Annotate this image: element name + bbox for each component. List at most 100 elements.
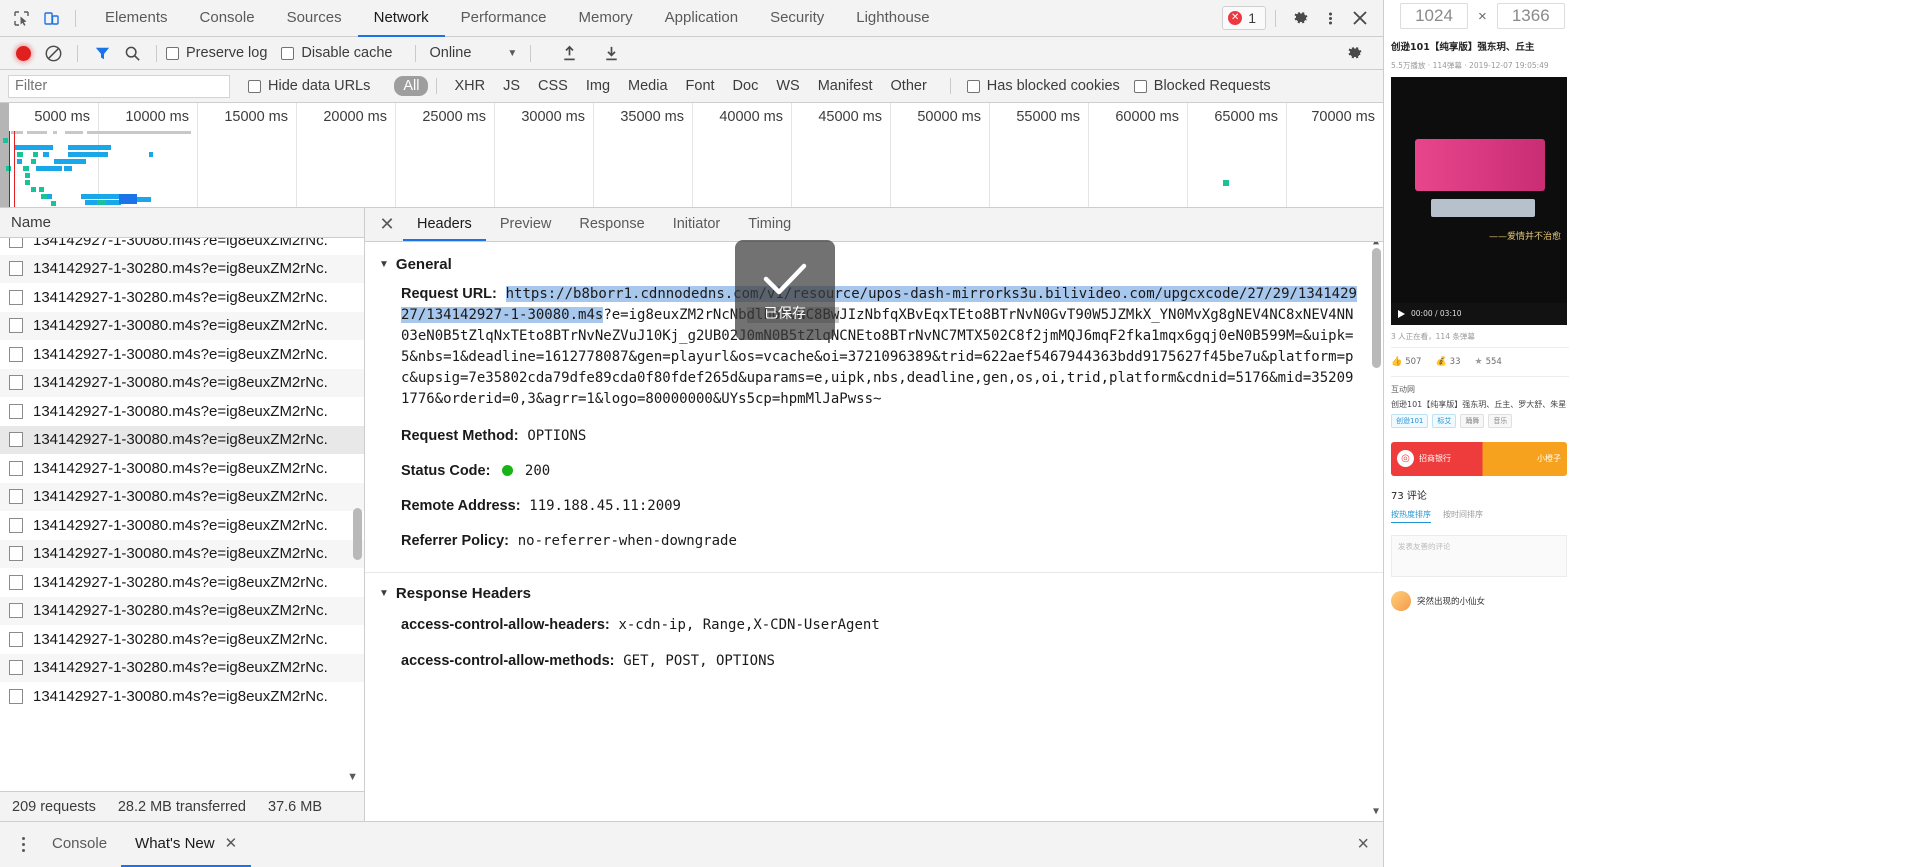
- avatar[interactable]: [1391, 590, 1411, 611]
- device-toolbar-icon[interactable]: [36, 4, 66, 32]
- table-row[interactable]: 134142927-1-30280.m4s?e=ig8euxZM2rNc.: [0, 568, 364, 597]
- row-checkbox[interactable]: [9, 238, 23, 248]
- preserve-log-checkbox[interactable]: Preserve log: [166, 45, 267, 61]
- filter-type-media[interactable]: Media: [619, 76, 677, 96]
- search-icon[interactable]: [117, 39, 147, 67]
- video-player[interactable]: ——爱情并不治愈 00:00 / 03:10: [1391, 76, 1567, 325]
- table-row[interactable]: 134142927-1-30280.m4s?e=ig8euxZM2rNc.: [0, 254, 364, 283]
- table-row[interactable]: 134142927-1-30080.m4s?e=ig8euxZM2rNc.: [0, 425, 364, 454]
- network-settings-icon[interactable]: [1339, 39, 1369, 67]
- row-checkbox[interactable]: [9, 631, 23, 647]
- tab-application[interactable]: Application: [649, 0, 754, 37]
- row-checkbox[interactable]: [9, 432, 23, 448]
- row-checkbox[interactable]: [9, 489, 23, 505]
- table-row[interactable]: 134142927-1-30280.m4s?e=ig8euxZM2rNc.: [0, 653, 364, 682]
- drawer-tab-console[interactable]: Console: [38, 822, 121, 867]
- table-row[interactable]: 134142927-1-30280.m4s?e=ig8euxZM2rNc.: [0, 283, 364, 312]
- filter-type-css[interactable]: CSS: [529, 76, 577, 96]
- table-row[interactable]: 134142927-1-30080.m4s?e=ig8euxZM2rNc.: [0, 238, 364, 255]
- network-overview-timeline[interactable]: 5000 ms 10000 ms 15000 ms 20000 ms 25000…: [0, 103, 1383, 208]
- tab-performance[interactable]: Performance: [445, 0, 563, 37]
- row-checkbox[interactable]: [9, 517, 23, 533]
- filter-icon[interactable]: [87, 39, 117, 67]
- table-row[interactable]: 134142927-1-30080.m4s?e=ig8euxZM2rNc.: [0, 682, 364, 711]
- filter-input[interactable]: [8, 74, 230, 98]
- web-page-viewport[interactable]: 创逊101【纯享版】强东玥、丘主 5.5万播放 · 114弹幕 · 2019-1…: [1385, 38, 1920, 867]
- related-video-title[interactable]: 创逊101【纯享版】强东玥、丘主、罗大舒、朱星: [1391, 399, 1569, 414]
- sort-by-time[interactable]: 按时间排序: [1443, 509, 1483, 523]
- gear-icon[interactable]: [1285, 4, 1315, 32]
- record-button[interactable]: [8, 39, 38, 67]
- row-checkbox[interactable]: [9, 318, 23, 334]
- request-list-scrollbar[interactable]: [353, 508, 362, 560]
- tab-elements[interactable]: Elements: [89, 0, 184, 37]
- filter-type-manifest[interactable]: Manifest: [809, 76, 882, 96]
- has-blocked-cookies-checkbox[interactable]: Has blocked cookies: [966, 78, 1120, 94]
- request-list-body[interactable]: 134142927-1-30080.m4s?e=ig8euxZM2rNc. 13…: [0, 238, 364, 791]
- table-row[interactable]: 134142927-1-30080.m4s?e=ig8euxZM2rNc.: [0, 511, 364, 540]
- tab-initiator[interactable]: Initiator: [659, 208, 735, 241]
- tab-headers[interactable]: Headers: [403, 208, 486, 241]
- close-icon[interactable]: ✕: [225, 834, 238, 852]
- table-row[interactable]: 134142927-1-30080.m4s?e=ig8euxZM2rNc.: [0, 311, 364, 340]
- table-row[interactable]: 134142927-1-30080.m4s?e=ig8euxZM2rNc.: [0, 482, 364, 511]
- close-drawer-icon[interactable]: ×: [1357, 833, 1369, 856]
- import-har-icon[interactable]: [554, 39, 584, 67]
- tab-memory[interactable]: Memory: [563, 0, 649, 37]
- tab-timing[interactable]: Timing: [734, 208, 805, 241]
- table-row[interactable]: 134142927-1-30280.m4s?e=ig8euxZM2rNc.: [0, 596, 364, 625]
- blocked-requests-checkbox[interactable]: Blocked Requests: [1133, 78, 1271, 94]
- tag-item[interactable]: 创逊101: [1391, 413, 1429, 428]
- table-row[interactable]: 134142927-1-30080.m4s?e=ig8euxZM2rNc.: [0, 340, 364, 369]
- viewport-width-input[interactable]: 1024: [1400, 3, 1468, 29]
- play-icon[interactable]: [1398, 309, 1405, 318]
- row-checkbox[interactable]: [9, 375, 23, 391]
- tab-response[interactable]: Response: [565, 208, 658, 241]
- request-list-header[interactable]: Name: [0, 208, 364, 238]
- tag-item[interactable]: 音乐: [1488, 413, 1513, 428]
- comment-username[interactable]: 突然出现的小仙女: [1417, 595, 1485, 607]
- kebab-menu-icon[interactable]: [1315, 4, 1345, 32]
- filter-type-xhr[interactable]: XHR: [445, 76, 494, 96]
- tab-lighthouse[interactable]: Lighthouse: [840, 0, 945, 37]
- viewport-height-input[interactable]: 1366: [1496, 3, 1565, 29]
- filter-type-js[interactable]: JS: [494, 76, 529, 96]
- response-headers-section[interactable]: ▼ Response Headers: [365, 572, 1383, 609]
- row-checkbox[interactable]: [9, 261, 23, 277]
- tab-sources[interactable]: Sources: [271, 0, 358, 37]
- throttling-select[interactable]: Online ▼: [425, 45, 521, 61]
- coin-stat[interactable]: 💰 33: [1435, 357, 1460, 367]
- row-checkbox[interactable]: [9, 603, 23, 619]
- drawer-tab-whats-new[interactable]: What's New ✕: [121, 822, 252, 867]
- row-checkbox[interactable]: [9, 688, 23, 704]
- sort-by-hot[interactable]: 按热度排序: [1391, 509, 1431, 523]
- tab-preview[interactable]: Preview: [486, 208, 566, 241]
- export-har-icon[interactable]: [596, 39, 626, 67]
- close-detail-icon[interactable]: ✕: [371, 208, 403, 241]
- hide-data-urls-checkbox[interactable]: Hide data URLs: [248, 78, 370, 94]
- inspect-element-icon[interactable]: [6, 4, 36, 32]
- row-checkbox[interactable]: [9, 346, 23, 362]
- error-count-badge[interactable]: ✕ 1: [1222, 6, 1266, 30]
- filter-type-font[interactable]: Font: [677, 76, 724, 96]
- filter-type-doc[interactable]: Doc: [724, 76, 768, 96]
- tag-item[interactable]: 踊舞: [1460, 413, 1485, 428]
- scroll-up-icon[interactable]: ▲: [1373, 242, 1379, 247]
- filter-type-all[interactable]: All: [394, 76, 429, 96]
- tag-item[interactable]: 标艾: [1432, 413, 1457, 428]
- filter-type-other[interactable]: Other: [882, 76, 936, 96]
- clear-button[interactable]: [38, 39, 68, 67]
- table-row[interactable]: 134142927-1-30080.m4s?e=ig8euxZM2rNc.: [0, 539, 364, 568]
- table-row[interactable]: 134142927-1-30080.m4s?e=ig8euxZM2rNc.: [0, 454, 364, 483]
- row-checkbox[interactable]: [9, 403, 23, 419]
- row-checkbox[interactable]: [9, 546, 23, 562]
- row-checkbox[interactable]: [9, 660, 23, 676]
- table-row[interactable]: 134142927-1-30080.m4s?e=ig8euxZM2rNc.: [0, 368, 364, 397]
- tab-security[interactable]: Security: [754, 0, 840, 37]
- row-checkbox[interactable]: [9, 574, 23, 590]
- row-checkbox[interactable]: [9, 289, 23, 305]
- table-row[interactable]: 134142927-1-30280.m4s?e=ig8euxZM2rNc.: [0, 625, 364, 654]
- close-devtools-icon[interactable]: [1345, 4, 1375, 32]
- detail-scrollbar[interactable]: [1372, 248, 1381, 368]
- tab-console[interactable]: Console: [184, 0, 271, 37]
